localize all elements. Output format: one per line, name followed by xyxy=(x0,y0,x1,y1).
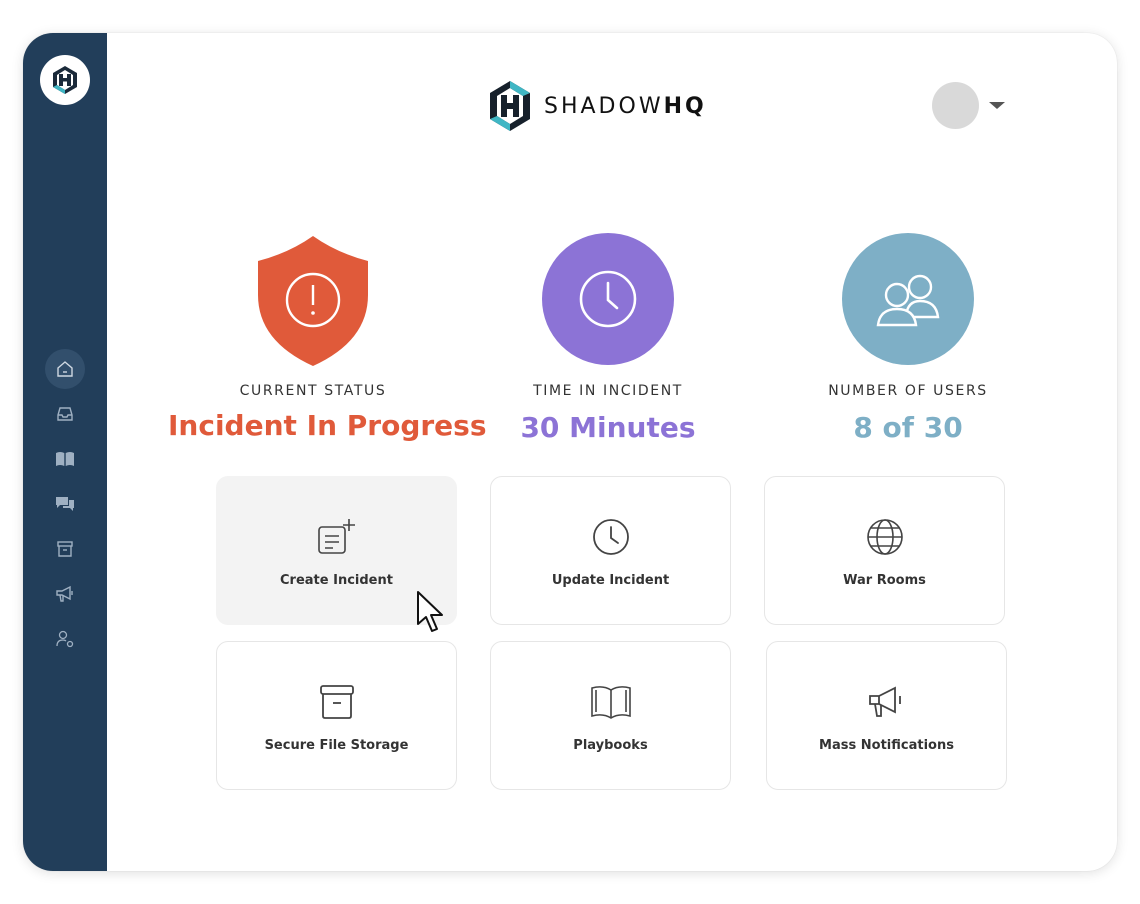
card-label: Mass Notifications xyxy=(819,738,954,753)
app-window: SHADOWHQ CURRENT STATUS Incident In Prog… xyxy=(23,33,1117,871)
shield-alert-icon xyxy=(258,236,368,366)
book-icon xyxy=(56,452,74,466)
sidebar-item-archive[interactable] xyxy=(45,529,85,569)
stat-value: 30 Minutes xyxy=(520,411,696,444)
inbox-icon xyxy=(57,407,73,421)
shadowhq-logo-icon xyxy=(490,81,530,131)
clock-icon xyxy=(591,515,631,559)
megaphone-icon xyxy=(867,680,907,724)
card-label: Update Incident xyxy=(551,573,670,588)
archive-box-icon xyxy=(317,680,357,724)
open-book-icon xyxy=(589,680,633,724)
update-incident-card[interactable]: Update Incident xyxy=(490,476,731,625)
globe-icon xyxy=(865,515,905,559)
clock-icon xyxy=(542,233,674,365)
card-label: War Rooms xyxy=(843,573,926,588)
mass-notifications-card[interactable]: Mass Notifications xyxy=(766,641,1007,790)
stat-current-status: CURRENT STATUS Incident In Progress xyxy=(168,235,487,442)
brand-name: SHADOWHQ xyxy=(544,94,707,119)
brand-name-light: SHADOW xyxy=(544,93,664,119)
sidebar-logo[interactable] xyxy=(40,55,90,105)
stat-label: CURRENT STATUS xyxy=(239,383,387,399)
card-label: Create Incident xyxy=(280,573,393,588)
chat-icon xyxy=(56,497,74,511)
sidebar-item-playbooks[interactable] xyxy=(45,439,85,479)
users-icon xyxy=(842,233,974,365)
mouse-pointer-icon xyxy=(417,591,443,632)
secure-file-storage-card[interactable]: Secure File Storage xyxy=(216,641,457,790)
archive-icon xyxy=(57,541,73,557)
sidebar-item-user-settings[interactable] xyxy=(45,619,85,659)
sidebar xyxy=(23,33,107,871)
stat-label: TIME IN INCIDENT xyxy=(533,383,683,399)
stat-value: Incident In Progress xyxy=(168,409,487,442)
stat-number-of-users: NUMBER OF USERS 8 of 30 xyxy=(771,233,1045,444)
card-label: Secure File Storage xyxy=(264,738,409,753)
sidebar-item-chat[interactable] xyxy=(45,484,85,524)
shadowhq-logo-icon xyxy=(53,66,77,94)
stat-value: 8 of 30 xyxy=(853,411,963,444)
sidebar-item-notifications[interactable] xyxy=(45,574,85,614)
brand-name-bold: HQ xyxy=(663,93,707,119)
sidebar-item-home[interactable] xyxy=(45,349,85,389)
user-settings-icon xyxy=(56,630,74,648)
avatar[interactable] xyxy=(932,82,979,129)
war-rooms-card[interactable]: War Rooms xyxy=(764,476,1005,625)
header-logo[interactable]: SHADOWHQ xyxy=(488,79,707,133)
home-icon xyxy=(57,361,73,377)
card-label: Playbooks xyxy=(573,738,648,753)
chevron-down-icon[interactable] xyxy=(989,102,1005,109)
stat-label: NUMBER OF USERS xyxy=(828,383,988,399)
sidebar-item-inbox[interactable] xyxy=(45,394,85,434)
create-incident-icon xyxy=(317,515,357,559)
megaphone-icon xyxy=(56,585,73,602)
playbooks-card[interactable]: Playbooks xyxy=(490,641,731,790)
user-menu[interactable] xyxy=(932,82,1005,129)
stat-time-in-incident: TIME IN INCIDENT 30 Minutes xyxy=(468,233,748,444)
